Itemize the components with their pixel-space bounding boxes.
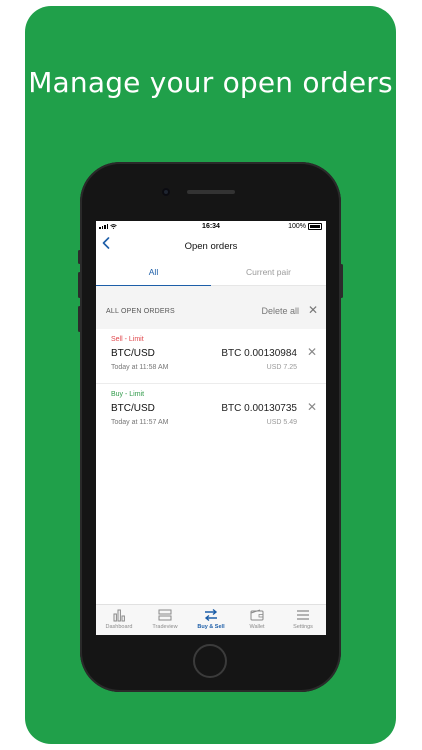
order-amount: BTC 0.00130735 xyxy=(221,403,297,414)
tabbar-label: Buy & Sell xyxy=(197,624,225,630)
order-type: Buy - Limit xyxy=(111,391,145,398)
phone-power-button xyxy=(340,264,343,298)
orders-content: ALL OPEN ORDERS Delete all ✕ Sell - Limi… xyxy=(96,286,326,604)
order-row[interactable]: Sell - Limit BTC/USD Today at 11:58 AM B… xyxy=(96,329,326,384)
order-value: USD 5.49 xyxy=(266,419,297,426)
tab-current-pair[interactable]: Current pair xyxy=(211,267,326,277)
order-pair: BTC/USD xyxy=(111,348,155,359)
order-value: USD 7.25 xyxy=(266,364,297,371)
phone-mute-switch xyxy=(78,250,81,264)
tabbar-label: Wallet xyxy=(249,624,265,630)
delete-all-close-icon[interactable]: ✕ xyxy=(308,303,318,317)
tabbar-dashboard[interactable]: Dashboard xyxy=(96,608,142,630)
order-amount: BTC 0.00130984 xyxy=(221,348,297,359)
tabbar-buy-sell[interactable]: Buy & Sell xyxy=(188,608,234,630)
battery-status: 100% xyxy=(288,223,322,230)
order-type: Sell - Limit xyxy=(111,336,144,343)
chart-icon xyxy=(113,609,125,622)
wallet-icon xyxy=(250,609,264,621)
order-tabs: All Current pair xyxy=(96,261,326,286)
tab-all[interactable]: All xyxy=(96,267,211,277)
status-bar: 16:34 100% xyxy=(96,221,326,234)
order-time: Today at 11:58 AM xyxy=(111,364,169,371)
delete-all-button[interactable]: Delete all xyxy=(261,306,299,316)
phone-volume-down xyxy=(78,306,81,332)
tabbar-label: Tradeview xyxy=(152,624,178,630)
menu-icon xyxy=(297,610,309,620)
swap-icon xyxy=(204,608,218,622)
order-pair: BTC/USD xyxy=(111,403,155,414)
page-title: Open orders xyxy=(184,241,238,252)
earpiece-speaker xyxy=(187,190,235,194)
phone-volume-up xyxy=(78,272,81,298)
tabbar-tradeview[interactable]: Tradeview xyxy=(142,608,188,630)
empty-list-area xyxy=(96,438,326,604)
promo-headline: Manage your open orders xyxy=(25,66,396,99)
order-row[interactable]: Buy - Limit BTC/USD Today at 11:57 AM BT… xyxy=(96,384,326,439)
headline-text: Manage your open orders xyxy=(28,66,393,99)
tabbar-label: Dashboard xyxy=(105,624,133,630)
tabbar-wallet[interactable]: Wallet xyxy=(234,608,280,630)
phone-screen: 16:34 100% Open orders All Current pair … xyxy=(96,221,326,635)
cancel-order-close-icon[interactable]: ✕ xyxy=(307,400,317,414)
tradeview-icon xyxy=(158,609,172,621)
nav-bar: Open orders xyxy=(96,234,326,256)
battery-percent: 100% xyxy=(288,223,306,230)
section-title: ALL OPEN ORDERS xyxy=(106,308,175,315)
home-button[interactable] xyxy=(193,644,227,678)
battery-icon xyxy=(308,223,322,230)
tabbar-settings[interactable]: Settings xyxy=(280,608,326,630)
front-camera xyxy=(162,188,170,196)
orders-section-header: ALL OPEN ORDERS Delete all ✕ xyxy=(96,286,326,329)
order-time: Today at 11:57 AM xyxy=(111,419,169,426)
bottom-tab-bar: Dashboard Tradeview Buy & Sell Wallet Se… xyxy=(96,604,326,635)
tabbar-label: Settings xyxy=(293,624,313,630)
cancel-order-close-icon[interactable]: ✕ xyxy=(307,345,317,359)
